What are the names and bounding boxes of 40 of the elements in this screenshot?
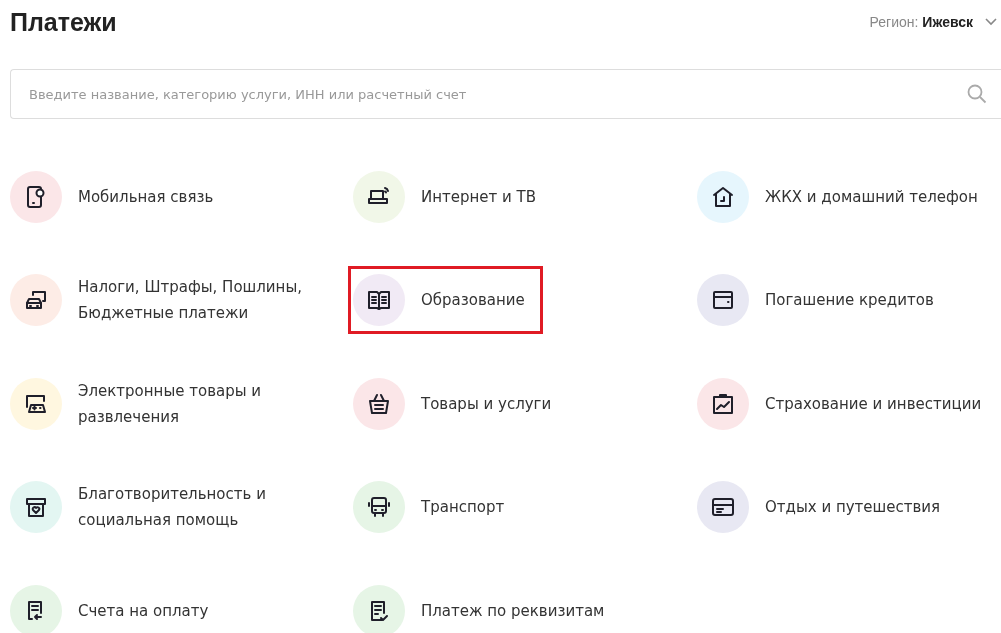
category-label: Образование	[421, 290, 525, 312]
category-item[interactable]: Погашение кредитов	[692, 266, 952, 335]
search-icon	[967, 84, 987, 104]
category-label: Налоги, Штрафы, Пошлины, Бюджетные платежи	[78, 277, 304, 325]
category-item[interactable]: Благотворительность и социальная помощь	[5, 473, 346, 542]
chevron-icon	[985, 18, 997, 26]
category-label: Благотворительность и социальная помощь	[78, 484, 267, 532]
category-item[interactable]: Образование	[348, 266, 543, 335]
category-item[interactable]: ЖКХ и домашний телефон	[692, 162, 996, 231]
category-item[interactable]: Налоги, Штрафы, Пошлины, Бюджетные платежи	[5, 266, 346, 335]
category-label: Товары и услуги	[421, 393, 552, 415]
basket-icon	[367, 391, 391, 416]
category-item[interactable]: Мобильная связь	[5, 162, 232, 231]
category-item[interactable]: Товары и услуги	[348, 369, 570, 438]
category-label: Платеж по реквизитам	[421, 600, 605, 622]
book-icon	[367, 288, 391, 313]
category-item[interactable]: Электронные товары и развлечения	[5, 369, 346, 438]
house-icon	[711, 184, 735, 209]
category-label: Мобильная связь	[78, 186, 214, 208]
category-label: Транспорт	[421, 497, 505, 519]
category-item[interactable]: Отдых и путешествия	[692, 473, 959, 542]
briefcase-chart-icon	[711, 391, 735, 416]
category-item[interactable]: Интернет и ТВ	[348, 162, 555, 231]
category-label: Отдых и путешествия	[765, 497, 941, 519]
search-field[interactable]: Введите название, категорию услуги, ИНН или расчетный счет	[10, 69, 1001, 119]
charity-box-icon	[24, 495, 48, 520]
category-label: Страхование и инвестиции	[765, 393, 982, 415]
category-label: Погашение кредитов	[765, 290, 934, 312]
search-input[interactable]: Введите название, категорию услуги, ИНН или расчетный счет	[27, 85, 967, 103]
region-selector[interactable]: Регион: Ижевск	[869, 14, 1001, 30]
category-item[interactable]: Платеж по реквизитам	[348, 576, 623, 633]
category-label: Счета на оплату	[78, 600, 209, 622]
category-label: Электронные товары и развлечения	[78, 380, 263, 428]
page-title: Платежи	[10, 7, 117, 37]
category-label: Интернет и ТВ	[421, 186, 537, 208]
category-label: ЖКХ и домашний телефон	[765, 186, 978, 208]
category-item[interactable]: Транспорт	[348, 473, 523, 542]
category-item[interactable]: Страхование и инвестиции	[692, 369, 1000, 438]
category-item[interactable]: Счета на оплату	[5, 576, 227, 633]
bus-icon	[367, 495, 391, 520]
